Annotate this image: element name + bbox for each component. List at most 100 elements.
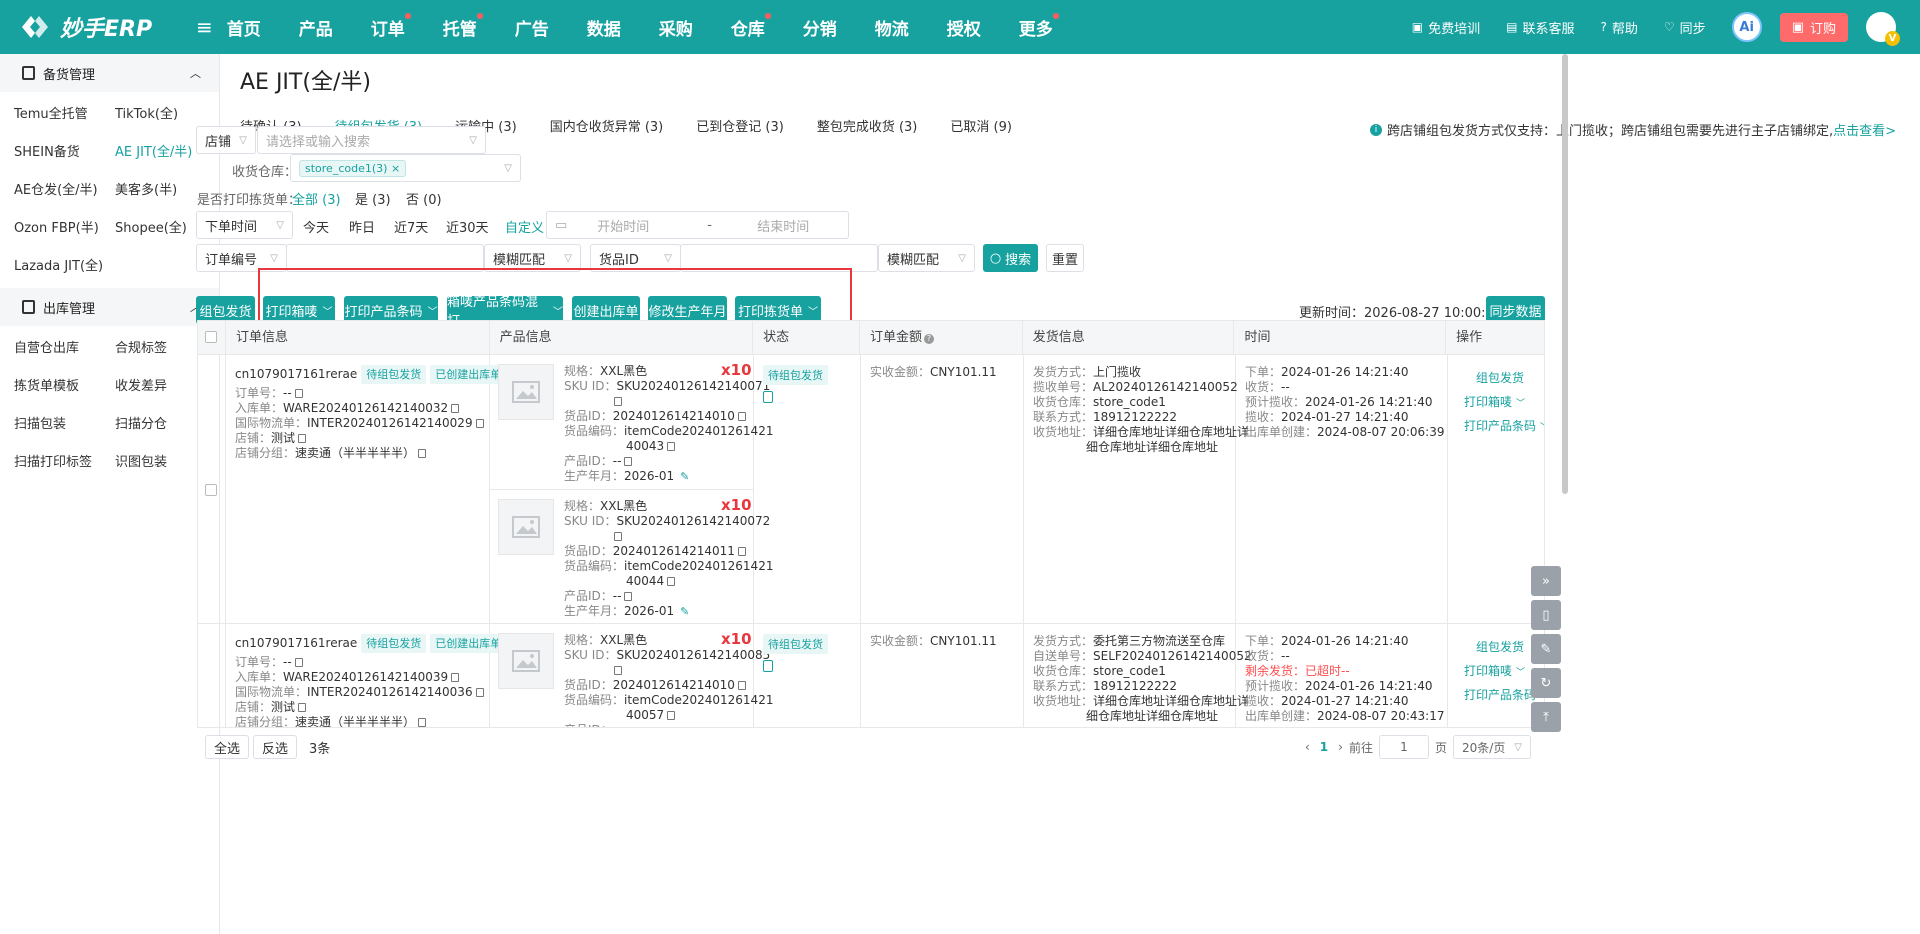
goods-match-select[interactable]: 模糊匹配 ▽ bbox=[878, 244, 975, 272]
copy-icon[interactable] bbox=[667, 711, 676, 720]
mobile-icon[interactable]: ▯ bbox=[1531, 600, 1561, 630]
edit-icon[interactable]: ✎ bbox=[680, 470, 689, 483]
clipboard-icon[interactable] bbox=[763, 391, 773, 403]
edit-icon[interactable]: ✎ bbox=[1531, 634, 1561, 664]
sidebar-item[interactable]: Temu全托管 bbox=[14, 96, 115, 134]
free-training-link[interactable]: ▣ 免费培训 bbox=[1412, 18, 1480, 37]
clipboard-icon[interactable] bbox=[763, 660, 773, 672]
copy-icon[interactable] bbox=[298, 703, 307, 712]
sidebar-item[interactable]: AE仓发(全/半) bbox=[14, 172, 115, 210]
close-icon[interactable]: × bbox=[391, 162, 400, 175]
row-action-link[interactable]: 组包发货 bbox=[1476, 369, 1524, 386]
copy-icon[interactable] bbox=[624, 592, 633, 601]
prev-page-icon[interactable]: ‹ bbox=[1305, 740, 1310, 754]
copy-icon[interactable] bbox=[451, 673, 460, 682]
order-button[interactable]: ▣ 订购 bbox=[1779, 12, 1848, 42]
page-input[interactable]: 1 bbox=[1378, 735, 1429, 759]
time-type-select[interactable]: 下单时间 ▽ bbox=[196, 211, 293, 239]
copy-icon[interactable] bbox=[737, 681, 746, 690]
user-avatar[interactable]: V bbox=[1866, 12, 1900, 46]
date-range-picker[interactable]: ▭ 开始时间 - 结束时间 bbox=[546, 211, 849, 239]
tab[interactable]: 国内仓收货异常 (3) bbox=[550, 116, 664, 143]
sidebar-item[interactable]: SHEIN备货 bbox=[14, 134, 115, 172]
sidebar-item[interactable]: Ozon FBP(半) bbox=[14, 210, 115, 248]
nav-item[interactable]: 更多 bbox=[1019, 12, 1059, 40]
nav-item[interactable]: 托管 bbox=[443, 12, 483, 40]
nav-item[interactable]: 物流 bbox=[875, 15, 909, 40]
refresh-icon[interactable]: ↻ bbox=[1531, 668, 1561, 698]
edit-icon[interactable]: ✎ bbox=[680, 605, 689, 618]
copy-icon[interactable] bbox=[624, 457, 633, 466]
tab[interactable]: 已到仓登记 (3) bbox=[696, 116, 784, 143]
time-quick-option[interactable]: 今天 bbox=[303, 217, 329, 236]
select-all-checkbox[interactable] bbox=[205, 331, 217, 343]
nav-item[interactable]: 授权 bbox=[947, 15, 981, 40]
row-checkbox[interactable] bbox=[205, 484, 217, 496]
search-button[interactable]: ○ 搜索 bbox=[983, 244, 1038, 272]
copy-icon[interactable] bbox=[294, 658, 303, 667]
copy-icon[interactable] bbox=[667, 442, 676, 451]
copy-icon[interactable] bbox=[475, 419, 484, 428]
nav-item[interactable]: 仓库 bbox=[731, 12, 771, 40]
tab[interactable]: 整包完成收货 (3) bbox=[817, 116, 918, 143]
shop-type-select[interactable]: 店铺 ▽ bbox=[196, 126, 256, 154]
tab[interactable]: 已取消 (9) bbox=[950, 116, 1012, 143]
contact-support-link[interactable]: ▤ 联系客服 bbox=[1506, 18, 1574, 37]
copy-icon[interactable] bbox=[294, 389, 303, 398]
select-all-button[interactable]: 全选 bbox=[205, 735, 250, 759]
sidebar-group-stock[interactable]: 备货管理 ︿ bbox=[0, 54, 219, 92]
copy-icon[interactable] bbox=[614, 532, 622, 541]
time-quick-option[interactable]: 昨日 bbox=[349, 217, 375, 236]
reset-button[interactable]: 重置 bbox=[1046, 244, 1084, 272]
sidebar-item[interactable]: 拣货单模板 bbox=[14, 368, 115, 406]
time-quick-option[interactable]: 近30天 bbox=[446, 217, 489, 236]
time-quick-option[interactable]: 近7天 bbox=[394, 217, 428, 236]
nav-item[interactable]: 广告 bbox=[515, 15, 549, 40]
nav-item[interactable]: 产品 bbox=[299, 15, 333, 40]
copy-icon[interactable] bbox=[451, 404, 460, 413]
next-page-icon[interactable]: › bbox=[1338, 740, 1343, 754]
copy-icon[interactable] bbox=[418, 718, 427, 727]
row-action-link[interactable]: 打印箱唛 ﹀ bbox=[1464, 662, 1525, 679]
print-filter-all[interactable]: 全部 (3) bbox=[292, 189, 341, 208]
nav-item[interactable]: 数据 bbox=[587, 15, 621, 40]
sidebar-item[interactable]: Lazada JIT(全) bbox=[14, 248, 115, 286]
copy-icon[interactable] bbox=[667, 577, 676, 586]
copy-icon[interactable] bbox=[614, 397, 622, 406]
sidebar-item[interactable]: 扫描打印标签 bbox=[14, 444, 115, 482]
nav-item[interactable]: 订单 bbox=[371, 12, 411, 40]
sync-link[interactable]: ♡ 同步 bbox=[1664, 18, 1706, 37]
row-action-link[interactable]: 打印箱唛 ﹀ bbox=[1464, 393, 1525, 410]
product-image[interactable] bbox=[498, 499, 554, 555]
notice-link[interactable]: 点击查看> bbox=[1833, 120, 1896, 139]
sidebar-item[interactable]: 扫描包装 bbox=[14, 406, 115, 444]
ai-assistant-button[interactable]: Ai bbox=[1731, 12, 1762, 42]
row-action-link[interactable]: 打印产品条码﹀ bbox=[1464, 417, 1544, 434]
sidebar-item[interactable]: 自营仓出库 bbox=[14, 330, 115, 368]
order-id[interactable]: cn1079017161rerae bbox=[235, 636, 357, 650]
menu-toggle-icon[interactable]: ≡ bbox=[196, 15, 213, 39]
invert-selection-button[interactable]: 反选 bbox=[253, 735, 298, 759]
copy-icon[interactable] bbox=[737, 412, 746, 421]
print-filter-no[interactable]: 否 (0) bbox=[406, 189, 442, 208]
copy-icon[interactable] bbox=[614, 666, 622, 675]
nav-item[interactable]: 首页 bbox=[227, 15, 261, 40]
help-icon[interactable]: ? bbox=[924, 334, 935, 344]
nav-item[interactable]: 分销 bbox=[803, 15, 837, 40]
copy-icon[interactable] bbox=[737, 547, 746, 556]
row-action-link[interactable]: 组包发货 bbox=[1476, 638, 1524, 655]
page-size-select[interactable]: 20条/页 ▽ bbox=[1453, 735, 1531, 759]
copy-icon[interactable] bbox=[418, 449, 427, 458]
shop-search-select[interactable]: 请选择或输入搜索 ▽ bbox=[257, 126, 486, 154]
page-scrollbar[interactable] bbox=[1562, 54, 1568, 494]
current-page[interactable]: 1 bbox=[1320, 740, 1328, 754]
warehouse-select[interactable]: store_code1(3) × ▽ bbox=[290, 154, 521, 182]
print-filter-yes[interactable]: 是 (3) bbox=[355, 189, 391, 208]
sidebar-group-outbound[interactable]: 出库管理︿ bbox=[0, 288, 219, 326]
product-image[interactable] bbox=[498, 633, 554, 689]
time-quick-option[interactable]: 自定义 bbox=[505, 217, 544, 236]
copy-icon[interactable] bbox=[298, 434, 307, 443]
nav-item[interactable]: 采购 bbox=[659, 15, 693, 40]
help-link[interactable]: ? 帮助 bbox=[1601, 18, 1638, 37]
collapse-icon[interactable]: » bbox=[1531, 566, 1561, 596]
